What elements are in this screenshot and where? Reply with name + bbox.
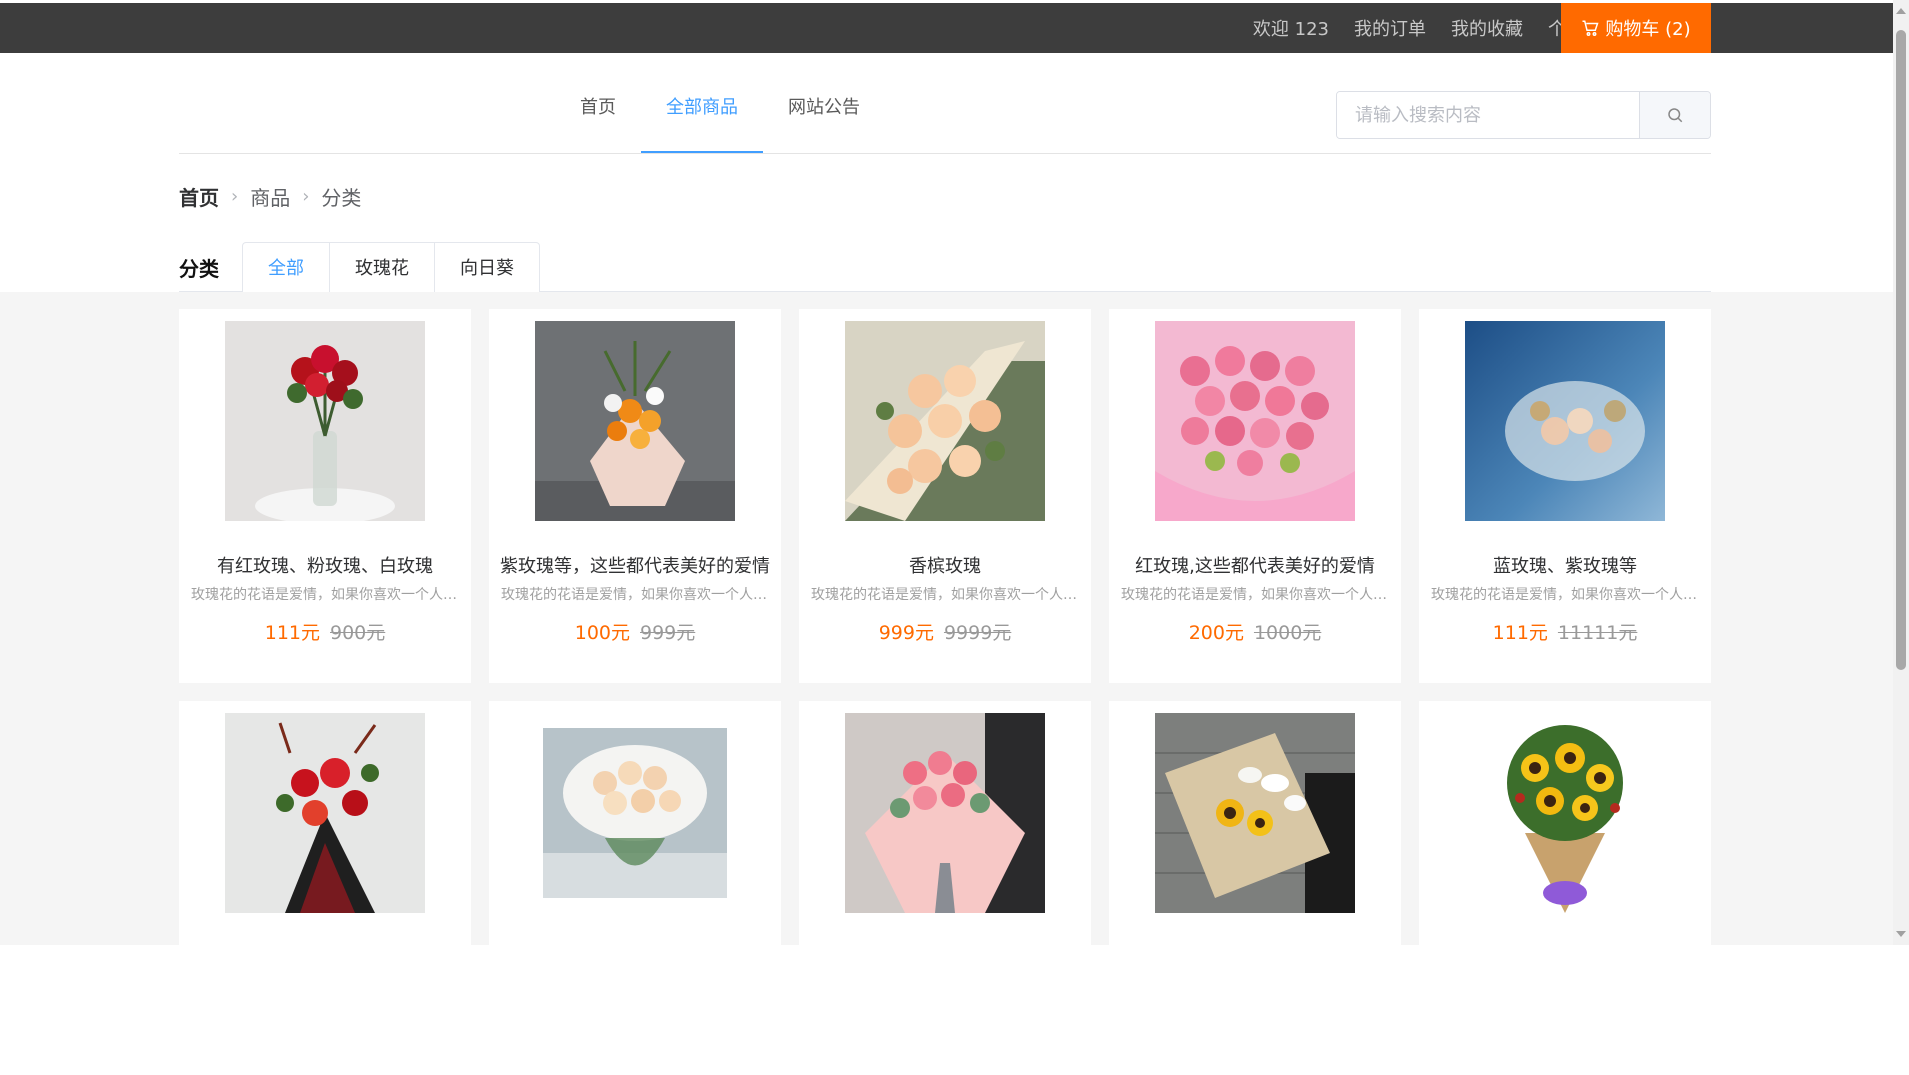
original-price: 900元: [330, 622, 386, 644]
top-bar: 欢迎 123 我的订单 我的收藏 个人中心 购物车 (2): [0, 3, 1893, 53]
product-image: [1465, 321, 1665, 521]
search-input[interactable]: [1337, 92, 1639, 138]
scroll-down-icon[interactable]: [1896, 931, 1906, 937]
product-price: 200元 1000元: [1109, 618, 1401, 645]
category-tabs: 全部 玫瑰花 向日葵: [242, 242, 540, 293]
breadcrumb-category: 分类: [321, 186, 362, 210]
product-price: 100元 999元: [489, 618, 781, 645]
tab-sunflowers[interactable]: 向日葵: [435, 242, 540, 293]
product-card[interactable]: 蓝玫瑰、紫玫瑰等 玫瑰花的花语是爱情，如果你喜欢一个人，可以送给她 111元11…: [1419, 309, 1711, 683]
product-image: [535, 321, 735, 521]
product-name: 有红玫瑰、粉玫瑰、白玫瑰: [217, 556, 433, 577]
product-grid: 有红玫瑰、粉玫瑰、白玫瑰 玫瑰花的花语是爱情，如果你喜欢一个人，可以送给她 11…: [179, 309, 1711, 1075]
product-name: 红玫瑰,这些都代表美好的爱情: [1135, 556, 1375, 577]
search-button[interactable]: [1639, 92, 1710, 138]
cart-icon: [1582, 20, 1599, 36]
nav-item-all-products[interactable]: 全部商品: [641, 53, 763, 153]
cart-button[interactable]: 购物车 (2): [1561, 3, 1711, 53]
product-desc: 玫瑰花的花语是爱情，如果你喜欢一个人，可以送给她: [811, 587, 1079, 603]
product-image: [225, 321, 425, 521]
scrollbar-thumb[interactable]: [1896, 30, 1906, 670]
main-nav: 首页 全部商品 网站公告: [179, 53, 1711, 154]
product-price: 111元 900元: [179, 618, 471, 645]
current-price: 200元: [1188, 622, 1244, 644]
product-price: [799, 1010, 1091, 1032]
product-image: [225, 713, 425, 913]
original-price: 1000元: [1253, 622, 1322, 644]
product-desc: 玫瑰花的花语是爱情，如果你喜欢一个人，可以送给她: [501, 587, 769, 603]
page-scrollbar[interactable]: [1893, 0, 1909, 945]
tab-all[interactable]: 全部: [242, 242, 330, 293]
product-card[interactable]: [799, 701, 1091, 1075]
current-price: 999元: [878, 622, 934, 644]
product-price: [1419, 1010, 1711, 1032]
product-image: [845, 713, 1045, 913]
product-image: [1155, 321, 1355, 521]
product-desc: 玫瑰花的花语是爱情，如果你喜欢一个人，可以送给她: [1121, 587, 1389, 603]
current-price: 100元: [574, 622, 630, 644]
breadcrumb-products: 商品: [250, 186, 291, 210]
product-image: [845, 321, 1045, 521]
product-image: [1465, 713, 1665, 913]
scroll-up-icon[interactable]: [1896, 8, 1906, 14]
chevron-right-icon: ›: [302, 186, 310, 207]
product-card[interactable]: [489, 701, 781, 1075]
product-name: 蓝玫瑰、紫玫瑰等: [1493, 556, 1637, 577]
product-card[interactable]: [179, 701, 471, 1075]
my-favorites-link[interactable]: 我的收藏: [1451, 15, 1523, 41]
product-price: 999元 9999元: [799, 618, 1091, 645]
product-card[interactable]: 红玫瑰,这些都代表美好的爱情 玫瑰花的花语是爱情，如果你喜欢一个人，可以送给她 …: [1109, 309, 1401, 683]
product-price: [179, 1010, 471, 1032]
product-desc: 玫瑰花的花语是爱情，如果你喜欢一个人，可以送给她: [1431, 587, 1699, 603]
product-image: [1155, 713, 1355, 913]
current-price: 111元: [264, 622, 320, 644]
original-price: 9999元: [943, 622, 1012, 644]
welcome-text: 欢迎 123: [1252, 19, 1329, 40]
product-card[interactable]: [1419, 701, 1711, 1075]
product-card[interactable]: 香槟玫瑰 玫瑰花的花语是爱情，如果你喜欢一个人，可以送给她 999元 9999元: [799, 309, 1091, 683]
product-name: 香槟玫瑰: [909, 556, 981, 577]
cart-label: 购物车 (2): [1605, 19, 1691, 40]
product-desc: 玫瑰花的花语是爱情，如果你喜欢一个人，可以送给她: [191, 587, 459, 603]
search-box: [1336, 91, 1711, 139]
product-card[interactable]: 紫玫瑰等，这些都代表美好的爱情 玫瑰花的花语是爱情，如果你喜欢一个人，可以送给她…: [489, 309, 781, 683]
nav-item-home[interactable]: 首页: [555, 53, 641, 153]
product-image: [535, 713, 735, 913]
search-icon: [1668, 108, 1683, 123]
product-card[interactable]: [1109, 701, 1401, 1075]
current-price: 111元: [1492, 622, 1548, 644]
product-price: 111元 11111元: [1419, 618, 1711, 645]
nav-menu: 首页 全部商品 网站公告: [555, 53, 885, 153]
my-orders-link[interactable]: 我的订单: [1354, 15, 1426, 41]
nav-item-announcements[interactable]: 网站公告: [763, 53, 885, 153]
breadcrumb: 首页 › 商品 › 分类: [179, 182, 361, 211]
original-price: 999元: [640, 622, 696, 644]
tab-roses[interactable]: 玫瑰花: [330, 242, 435, 293]
original-price: 11111元: [1557, 622, 1638, 644]
product-name: 紫玫瑰等，这些都代表美好的爱情: [500, 556, 770, 577]
product-card[interactable]: 有红玫瑰、粉玫瑰、白玫瑰 玫瑰花的花语是爱情，如果你喜欢一个人，可以送给她 11…: [179, 309, 471, 683]
chevron-right-icon: ›: [231, 186, 239, 207]
category-label: 分类: [179, 257, 219, 281]
product-price: [1109, 1010, 1401, 1032]
product-price: [489, 1010, 781, 1032]
breadcrumb-home[interactable]: 首页: [179, 182, 219, 211]
